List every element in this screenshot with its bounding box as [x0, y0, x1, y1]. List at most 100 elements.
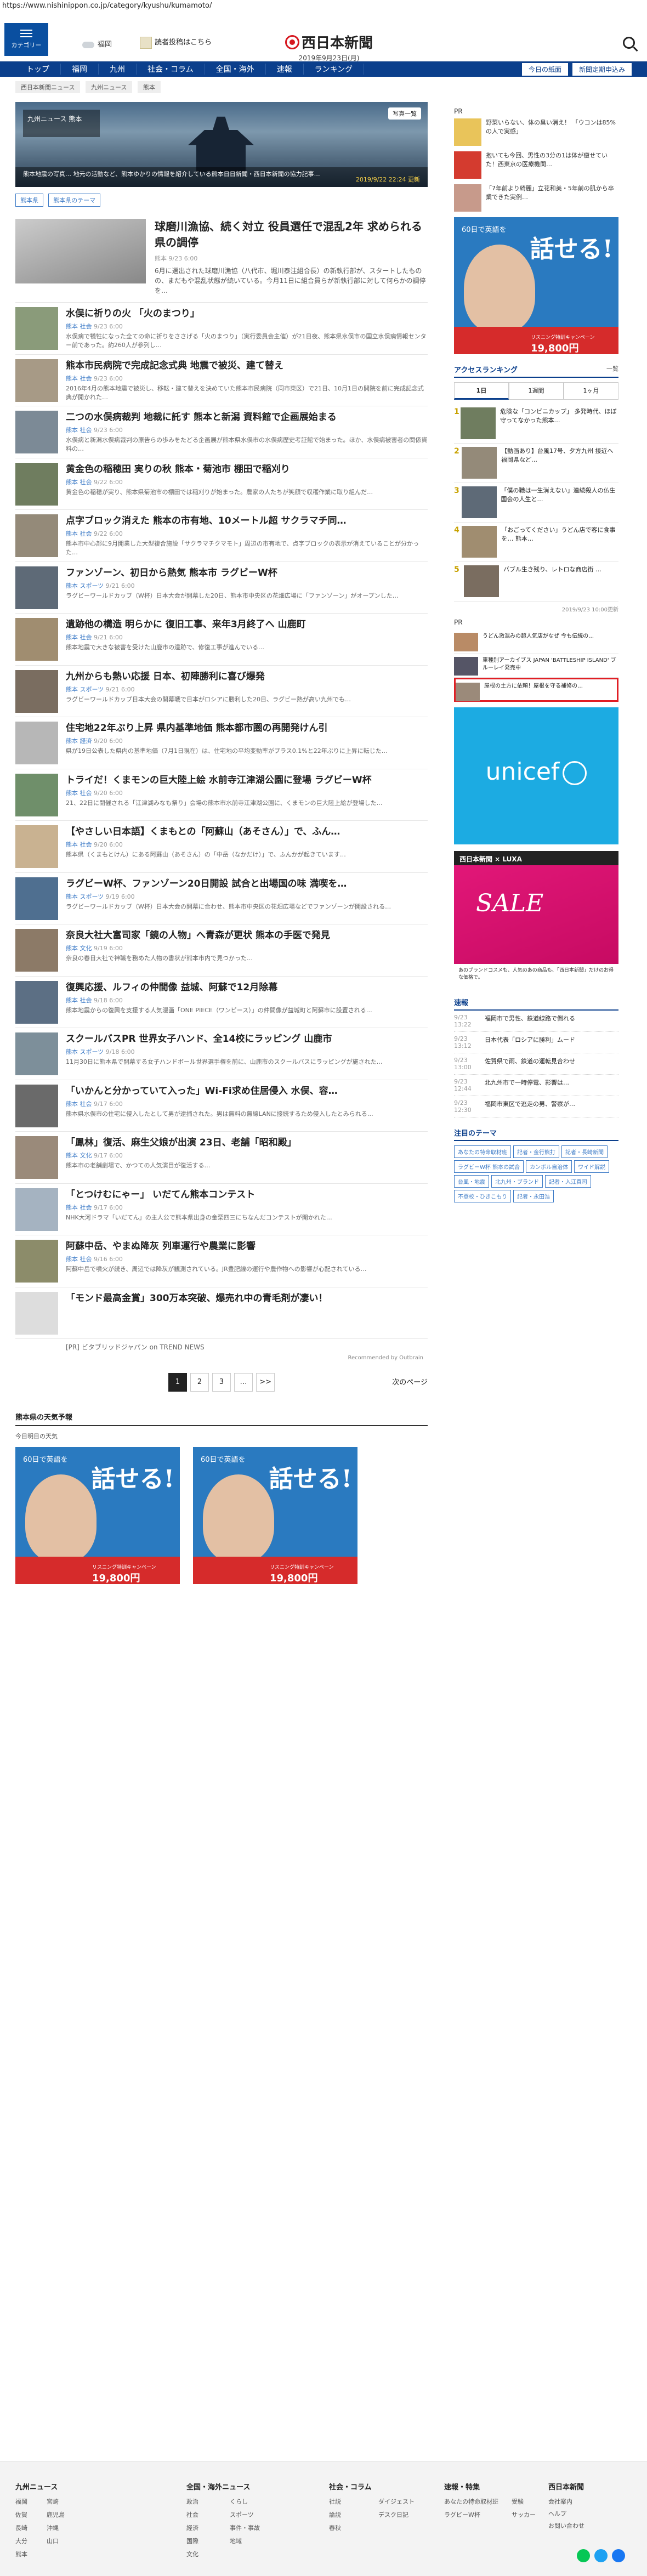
article-item[interactable]: 住宅地22年ぶり上昇 県内基準地価 熊本都市圏の再開発けん引 熊本 経済 9/20…: [15, 717, 428, 769]
article-tag[interactable]: 熊本: [66, 582, 78, 589]
article-tag[interactable]: 熊本: [66, 737, 78, 745]
ranking-title[interactable]: 【動画あり】台風17号、夕方九州 接近へ 福岡県など…: [497, 447, 618, 479]
site-logo[interactable]: 西日本新聞 2019年9月23日(月): [285, 32, 373, 63]
article-title[interactable]: 奈良大社大富司家「鏡の人物」へ青森が更状 熊本の手医で発見: [66, 929, 428, 942]
breaking-item[interactable]: 9/23 13:22 福岡市で男性、鉄道線路で倒れる: [454, 1011, 618, 1032]
weather-sub[interactable]: 今日明日の天気: [15, 1432, 428, 1440]
breaking-item[interactable]: 9/23 12:30 福岡市東区で逃走の男、警察が…: [454, 1096, 618, 1117]
footer-link[interactable]: ダイジェスト: [378, 2497, 415, 2506]
article-tag[interactable]: 熊本: [66, 997, 78, 1004]
ranking-item[interactable]: 2 【動画あり】台風17号、夕方九州 接近へ 福岡県など…: [454, 444, 618, 483]
theme-tag[interactable]: あなたの特命取材班: [454, 1145, 511, 1158]
page-button[interactable]: 2: [190, 1373, 209, 1392]
footer-info-link[interactable]: お問い合わせ: [548, 2521, 584, 2530]
footer-column-title[interactable]: 九州ニュース: [15, 2481, 65, 2492]
article-category[interactable]: 社会: [80, 530, 92, 537]
article-category[interactable]: 社会: [80, 634, 92, 641]
footer-link[interactable]: 事件・事故: [230, 2523, 260, 2532]
article-tag[interactable]: 熊本: [66, 945, 78, 952]
article-title[interactable]: ファンゾーン、初日から熱気 熊本市 ラグビーW杯: [66, 566, 428, 580]
today-paper-button[interactable]: 今日の紙面: [521, 63, 568, 76]
ranking-title[interactable]: 危険な「コンビニカップ」 多発時代、ほぼ守ってなかった熊本…: [496, 407, 618, 440]
footer-link[interactable]: スポーツ: [230, 2510, 260, 2519]
theme-tag[interactable]: ラグビーW杯 熊本の試合: [454, 1160, 524, 1173]
article-item[interactable]: 点字ブロック消えた 熊本の市有地、10メートル超 サクラマチ同… 熊本 社会 9/…: [15, 510, 428, 562]
reader-post-link[interactable]: 読者投稿はこちら: [140, 36, 212, 49]
article-category[interactable]: 経済: [80, 737, 92, 745]
article-category[interactable]: 文化: [80, 1152, 92, 1159]
article-tag[interactable]: 熊本: [66, 323, 78, 330]
theme-tag[interactable]: 記者・金行熊打: [513, 1145, 559, 1158]
lead-article[interactable]: 球磨川漁協、続く対立 役員選任で混乱2年 求められる県の調停 熊本 9/23 6…: [15, 212, 428, 303]
article-tag[interactable]: 熊本: [66, 1152, 78, 1159]
line-icon[interactable]: [577, 2549, 590, 2562]
ranking-title[interactable]: 「おごってください」うどん店で客に食事を… 熊本…: [497, 526, 618, 558]
article-item[interactable]: 「とつけむにゃー」 いだてん熊本コンテスト 熊本 社会 9/17 6:00 NHK大…: [15, 1184, 428, 1235]
article-item[interactable]: 熊本市民病院で完成記念式典 地震で被災、建て替え 熊本 社会 9/23 6:00 2…: [15, 355, 428, 406]
sidebar-pr-item[interactable]: 「7年前より綺麗」立花和美・5年前の肌から卒業できた実例…: [454, 184, 618, 212]
footer-link[interactable]: 鹿児島: [47, 2510, 65, 2519]
pr-title[interactable]: 「モンド最高金賞」300万本突破、爆売れ中の青毛剤が凄い！: [66, 1292, 428, 1305]
article-tag[interactable]: 熊本: [66, 1256, 78, 1263]
theme-tag[interactable]: 記者・永田浩: [513, 1190, 554, 1202]
article-category[interactable]: 文化: [80, 945, 92, 952]
footer-link[interactable]: 経済: [186, 2523, 217, 2532]
article-tag[interactable]: 熊本: [66, 841, 78, 848]
theme-tag[interactable]: 北九州・ブランド: [491, 1175, 543, 1188]
next-page-link[interactable]: 次のページ: [392, 1376, 428, 1387]
theme-tag[interactable]: カンボル自治体: [526, 1160, 572, 1173]
nav-top[interactable]: トップ: [15, 64, 61, 75]
article-title[interactable]: 黄金色の稲穂田 実りの秋 熊本・菊池市 棚田で稲刈り: [66, 463, 428, 476]
ranking-title[interactable]: バブル生き残り、レトロな商店街 …: [499, 565, 601, 598]
unicef-ad[interactable]: unicef: [454, 707, 618, 844]
article-tag[interactable]: 熊本: [66, 893, 78, 900]
article-title[interactable]: トライだ！くまモンの巨大陸上絵 水前寺江津湖公園に登場 ラグビーW杯: [66, 774, 428, 787]
photo-list-button[interactable]: 写真一覧: [388, 107, 421, 120]
article-category[interactable]: スポーツ: [80, 582, 104, 589]
english-ad[interactable]: 60日で英語を 話せる! リスニング特訓キャンペーン 19,800円: [15, 1447, 180, 1584]
article-category[interactable]: 社会: [80, 1100, 92, 1108]
footer-link[interactable]: 山口: [47, 2537, 65, 2545]
article-category[interactable]: 社会: [80, 1204, 92, 1211]
article-item[interactable]: 「いかんと分かっていて入った」Wi-Fi求め住居侵入 水俣、容… 熊本 社会 9/…: [15, 1080, 428, 1132]
sidebar-pr2-item[interactable]: 屋根の土方に依頼！屋根を守る補修の…: [454, 678, 618, 702]
article-item[interactable]: 黄金色の稲穂田 実りの秋 熊本・菊池市 棚田で稲刈り 熊本 社会 9/22 6:0…: [15, 458, 428, 510]
article-category[interactable]: 社会: [80, 479, 92, 486]
tab-1month[interactable]: 1ヶ月: [564, 382, 618, 400]
sidebar-english-ad[interactable]: 60日で英語を 話せる! リスニング特訓キャンペーン 19,800円: [454, 217, 618, 354]
nav-national[interactable]: 全国・海外: [205, 64, 266, 75]
subscribe-button[interactable]: 新聞定期申込み: [572, 63, 632, 76]
footer-link[interactable]: 福岡: [15, 2497, 33, 2506]
article-category[interactable]: 社会: [80, 375, 92, 382]
sidebar-pr-item[interactable]: 野菜いらない、体の臭い消え！ 「ウコンは85%の人で実感」: [454, 118, 618, 146]
breaking-text[interactable]: 佐賀県で雨、鉄道の運転見合わせ: [485, 1057, 575, 1071]
article-tag[interactable]: 熊本: [66, 790, 78, 797]
article-item[interactable]: 九州からも熱い応援 日本、初陣勝利に喜び爆発 熊本 スポーツ 9/21 6:00 ラ…: [15, 666, 428, 717]
sidebar-pr2-item[interactable]: うどん激混みの超人気店がなぜ 今も伝統の…: [454, 629, 618, 654]
breaking-text[interactable]: 北九州市で一時停電、影響は…: [485, 1078, 569, 1092]
breadcrumb-item[interactable]: 西日本新聞ニュース: [15, 81, 81, 93]
article-item[interactable]: スクールバスPR 世界女子ハンド、全14校にラッピング 山鹿市 熊本 スポーツ 9…: [15, 1028, 428, 1080]
article-title[interactable]: 【やさしい日本語】くまもとの「阿蘇山（あそさん）」で、ふん…: [66, 825, 428, 838]
article-title[interactable]: 「鳳林」復活、麻生父娘が出演 23日、老舗「昭和殿」: [66, 1136, 428, 1149]
lead-title[interactable]: 球磨川漁協、続く対立 役員選任で混乱2年 求められる県の調停: [155, 219, 428, 251]
footer-link[interactable]: 政治: [186, 2497, 217, 2506]
english-ad[interactable]: 60日で英語を 話せる! リスニング特訓キャンペーン 19,800円: [193, 1447, 357, 1584]
article-title[interactable]: 点字ブロック消えた 熊本の市有地、10メートル超 サクラマチ同…: [66, 514, 428, 527]
footer-link[interactable]: 論説: [329, 2510, 365, 2519]
footer-link[interactable]: あなたの特命取材班: [444, 2497, 498, 2506]
article-category[interactable]: スポーツ: [80, 686, 104, 693]
article-tag[interactable]: 熊本: [66, 1100, 78, 1108]
article-item[interactable]: 二つの水俣病裁判 地裁に託す 熊本と新潟 資料館で企画展始まる 熊本 社会 9/2…: [15, 406, 428, 458]
nav-column[interactable]: 社会・コラム: [137, 64, 205, 75]
theme-tag[interactable]: 記者・長崎新聞: [561, 1145, 608, 1158]
footer-info-link[interactable]: 会社案内: [548, 2497, 584, 2506]
footer-link[interactable]: 春秋: [329, 2523, 365, 2532]
nav-fukuoka[interactable]: 福岡: [61, 64, 99, 75]
article-category[interactable]: 社会: [80, 841, 92, 848]
article-title[interactable]: ラグビーW杯、ファンゾーン20日開設 試合と出場国の味 満喫を…: [66, 877, 428, 890]
article-title[interactable]: 熊本市民病院で完成記念式典 地震で被災、建て替え: [66, 359, 428, 372]
ranking-item[interactable]: 4 「おごってください」うどん店で客に食事を… 熊本…: [454, 523, 618, 562]
article-title[interactable]: 水俣に祈りの火 「火のまつり」: [66, 307, 428, 320]
article-title[interactable]: 「とつけむにゃー」 いだてん熊本コンテスト: [66, 1188, 428, 1201]
